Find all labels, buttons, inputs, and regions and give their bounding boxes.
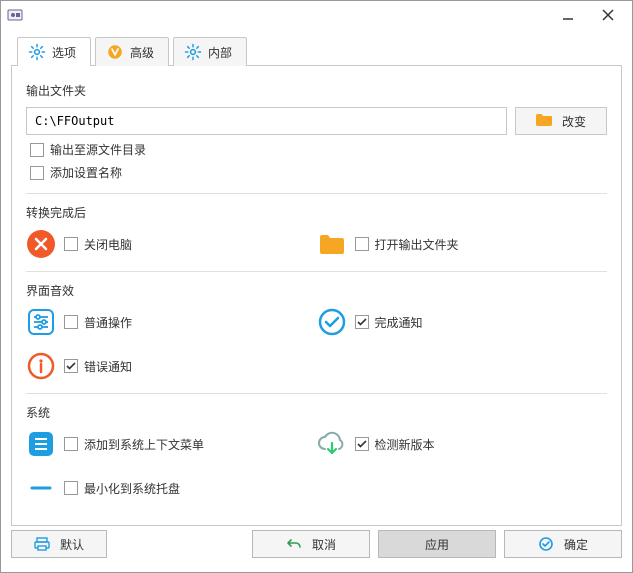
checkbox-shutdown[interactable] [64,237,78,251]
tab-advanced[interactable]: 高级 [95,37,169,66]
info-icon [26,351,56,381]
cancel-button[interactable]: 取消 [252,530,370,558]
gear-icon [28,43,46,61]
default-button[interactable]: 默认 [11,530,107,558]
cloud-download-icon [317,429,347,459]
checkbox-label: 打开输出文件夹 [375,236,459,253]
undo-icon [286,536,302,552]
badge-v-icon [106,43,124,61]
button-label: 默认 [60,536,84,553]
gear-alt-icon [184,43,202,61]
sliders-icon [26,307,56,337]
checkbox-label: 最小化到系统托盘 [84,480,180,497]
check-circle-icon [317,307,347,337]
checkbox-label: 检测新版本 [375,436,435,453]
folder-icon [536,114,552,129]
minimize-button[interactable] [548,3,588,27]
dialog-window: 选项 高级 内部 输出文件夹 [0,0,633,573]
ok-button[interactable]: 确定 [504,530,622,558]
close-button[interactable] [588,3,628,27]
ui-sound-title: 界面音效 [26,282,607,299]
checkbox-label: 普通操作 [84,314,132,331]
system-title: 系统 [26,404,607,421]
checkbox-complete-notify[interactable] [355,315,369,329]
button-label: 取消 [312,536,336,553]
divider [26,193,607,194]
options-panel: 输出文件夹 改变 输出至源文件目录 添加设置名称 转换完成后 [11,65,622,526]
tab-options[interactable]: 选项 [17,37,91,66]
apply-button[interactable]: 应用 [378,530,496,558]
tab-bar: 选项 高级 内部 [17,37,622,66]
checkbox-error-notify[interactable] [64,359,78,373]
button-label: 应用 [425,536,449,553]
checkbox-open-output[interactable] [355,237,369,251]
footer: 默认 取消 应用 确定 [1,526,632,572]
checkbox-label: 添加设置名称 [50,164,122,181]
checkbox-label: 输出至源文件目录 [50,141,146,158]
minimize-line-icon [26,473,56,503]
output-path-input[interactable] [26,107,507,135]
checkbox-normal-action[interactable] [64,315,78,329]
checkbox-output-to-source[interactable] [30,143,44,157]
button-label: 确定 [564,536,588,553]
checkbox-label: 完成通知 [375,314,423,331]
tab-label: 选项 [52,44,76,61]
divider [26,393,607,394]
list-icon [26,429,56,459]
checkbox-check-update[interactable] [355,437,369,451]
checkbox-label: 关闭电脑 [84,236,132,253]
tab-label: 高级 [130,44,154,61]
checkbox-add-preset-name[interactable] [30,166,44,180]
app-icon [7,7,23,23]
after-convert-title: 转换完成后 [26,204,607,221]
checkbox-context-menu[interactable] [64,437,78,451]
printer-icon [34,536,50,552]
power-off-icon [26,229,56,259]
content-area: 选项 高级 内部 输出文件夹 [1,29,632,526]
checkbox-label: 错误通知 [84,358,132,375]
tab-label: 内部 [208,44,232,61]
title-bar [1,1,632,29]
divider [26,271,607,272]
checkbox-minimize-tray[interactable] [64,481,78,495]
change-label: 改变 [562,113,586,130]
tab-internal[interactable]: 内部 [173,37,247,66]
output-folder-title: 输出文件夹 [26,82,607,99]
folder-open-icon [317,229,347,259]
change-folder-button[interactable]: 改变 [515,107,607,135]
check-icon [538,536,554,552]
checkbox-label: 添加到系统上下文菜单 [84,436,204,453]
